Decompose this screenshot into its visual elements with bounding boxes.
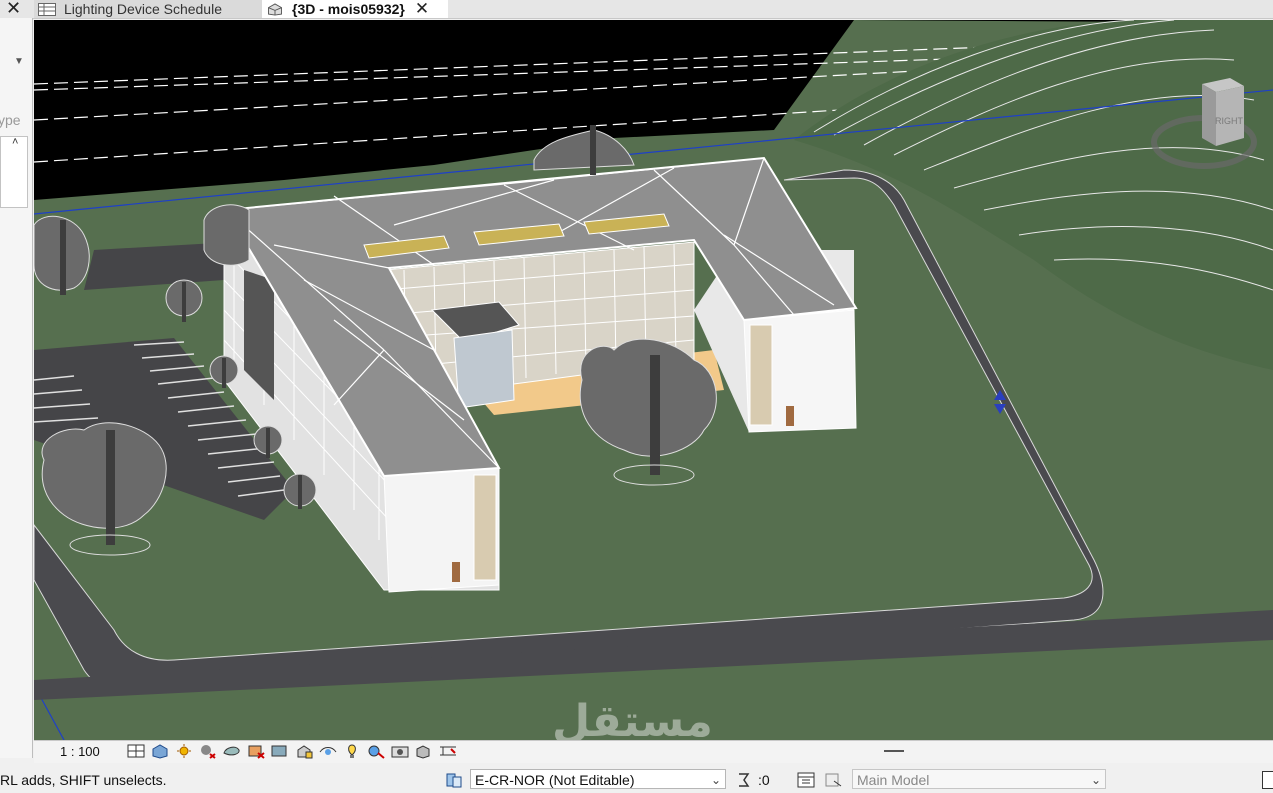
sun-path-icon[interactable] (174, 743, 194, 759)
close-tab-icon[interactable]: ✕ (415, 0, 429, 19)
select-links-icon[interactable] (1262, 771, 1273, 789)
active-design-option-value: Main Model (857, 772, 930, 788)
chevron-down-icon: ⌄ (1090, 773, 1101, 787)
worksets-icon[interactable] (444, 771, 464, 789)
collapse-icon[interactable]: ˄ (12, 136, 18, 148)
door (786, 406, 794, 426)
lock-view-icon[interactable] (294, 743, 314, 759)
active-design-option-dropdown[interactable]: Main Model ⌄ (852, 769, 1106, 789)
shadows-icon[interactable] (198, 743, 218, 759)
resize-handle[interactable] (884, 750, 904, 752)
active-workset-value: E-CR-NOR (Not Editable) (475, 772, 635, 788)
3d-viewport[interactable]: RIGHT (34, 20, 1273, 740)
detail-level-icon[interactable] (126, 743, 146, 759)
visual-style-icon[interactable] (150, 743, 170, 759)
reveal-hidden-icon[interactable] (342, 743, 362, 759)
view-scale[interactable]: 1 : 100 (60, 744, 100, 759)
3d-view-icon (268, 2, 282, 16)
properties-panel: ▼ ype ˄ (0, 18, 33, 758)
active-workset-dropdown[interactable]: E-CR-NOR (Not Editable) ⌄ (470, 769, 726, 789)
design-options-icon[interactable] (796, 771, 816, 789)
render-icon[interactable] (222, 743, 242, 759)
crop-view-icon[interactable] (246, 743, 266, 759)
stair-glazing (749, 324, 773, 426)
schedule-icon (38, 2, 56, 16)
view-tab-bar: ✕ Lighting Device Schedule {3D - mois059… (0, 0, 1273, 19)
close-icon[interactable]: ✕ (6, 0, 21, 18)
door (452, 562, 460, 582)
show-analytical-icon[interactable] (390, 743, 410, 759)
dropdown-arrow-icon[interactable]: ▼ (14, 56, 24, 67)
show-crop-region-icon[interactable] (270, 743, 290, 759)
tab-label: {3D - mois05932} (292, 1, 405, 17)
design-option-switch-icon[interactable] (824, 771, 844, 789)
status-message: RL adds, SHIFT unselects. (0, 772, 167, 788)
temporary-hide-icon[interactable] (318, 743, 338, 759)
tree (203, 204, 250, 266)
viewcube-face-label: RIGHT (1215, 116, 1244, 126)
editing-requests-count: :0 (758, 772, 770, 788)
tab-3d-view[interactable]: {3D - mois05932} ✕ (262, 0, 448, 18)
temporary-view-properties-icon[interactable] (366, 743, 386, 759)
reveal-constraints-icon[interactable] (438, 743, 458, 759)
model-canvas[interactable]: RIGHT (34, 20, 1273, 740)
tab-label: Lighting Device Schedule (64, 1, 222, 17)
entrance-lobby (453, 329, 515, 409)
status-bar: RL adds, SHIFT unselects. E-CR-NOR (Not … (0, 763, 1273, 793)
highlight-displacement-icon[interactable] (414, 743, 434, 759)
editing-requests-icon[interactable] (736, 771, 752, 789)
tab-lighting-device-schedule[interactable]: Lighting Device Schedule (34, 0, 262, 18)
view-control-bar: 1 : 100 (34, 740, 1273, 763)
type-label: ype (0, 112, 21, 128)
stair-glazing (473, 474, 497, 581)
chevron-down-icon: ⌄ (710, 773, 721, 787)
